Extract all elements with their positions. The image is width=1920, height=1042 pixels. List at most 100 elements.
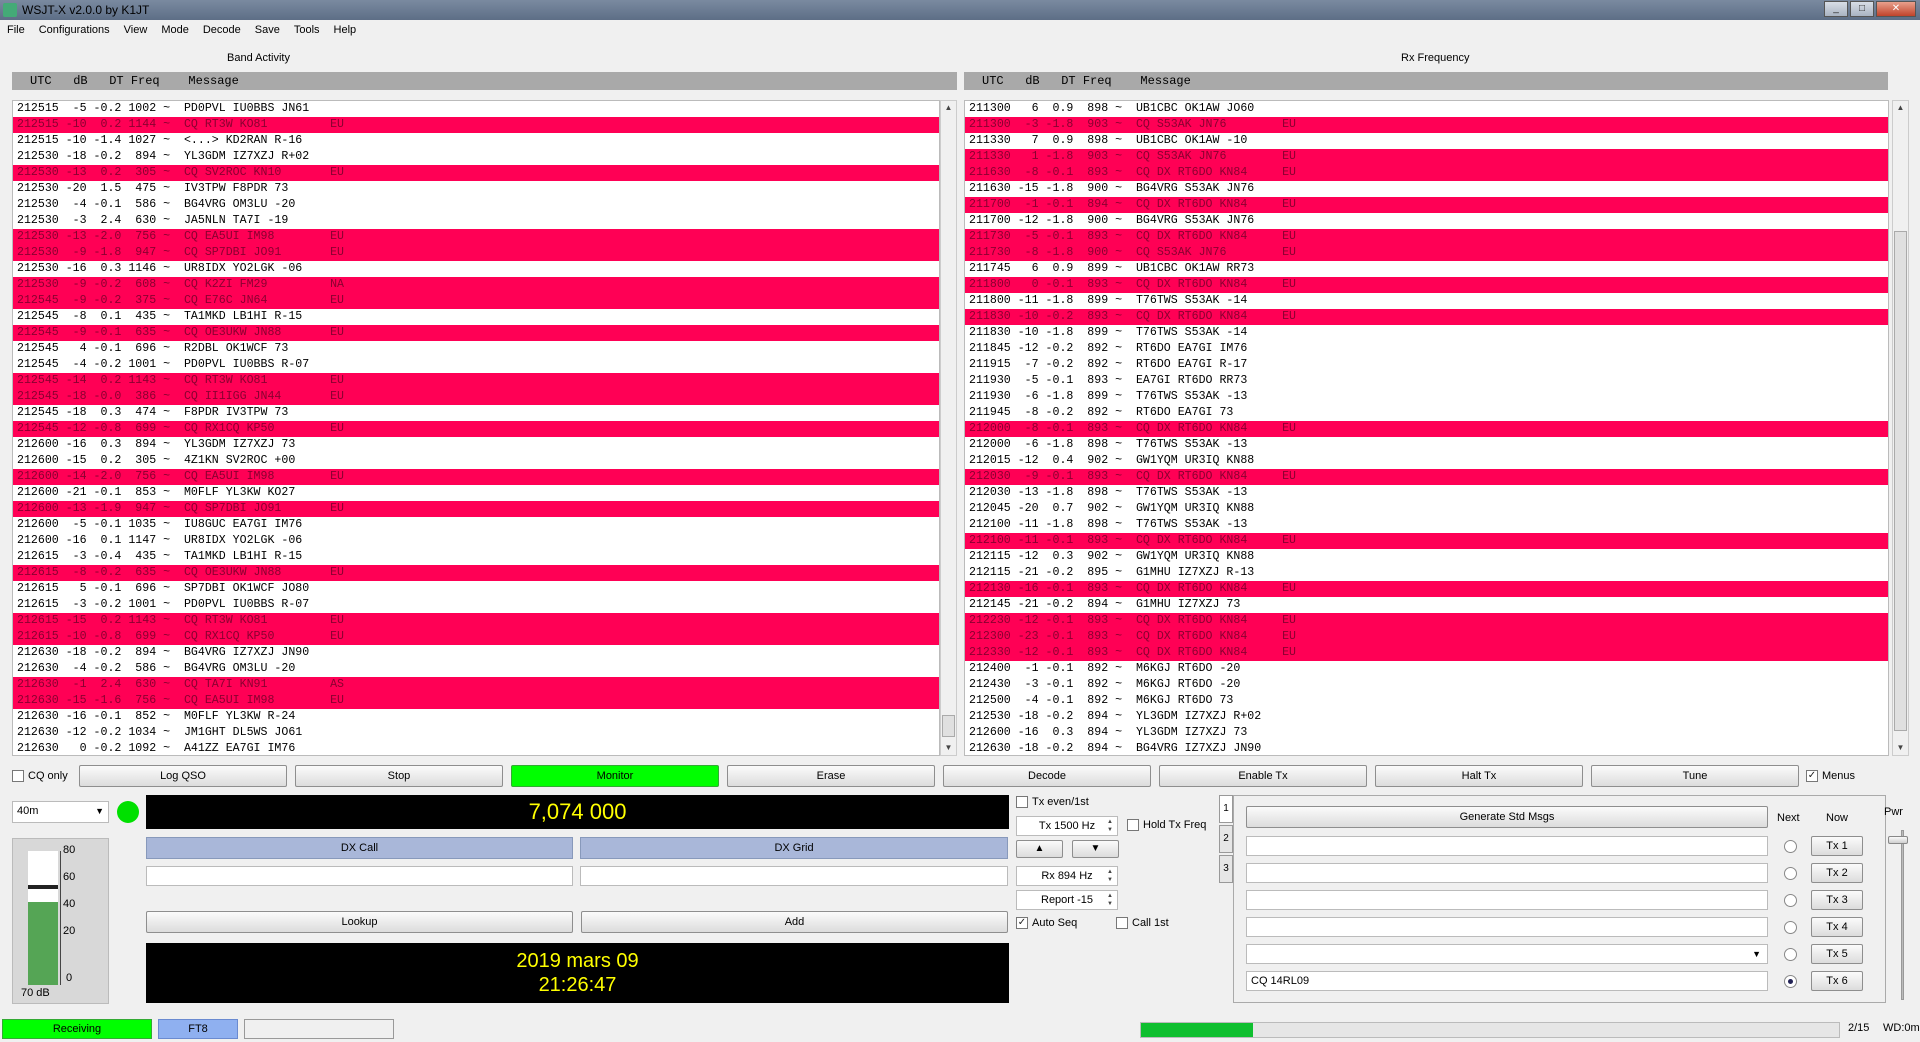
tx4-next-radio[interactable] (1784, 921, 1797, 934)
cq-decode-row[interactable]: 212000 -8 -0.1 893 ~ CQ DX RT6DO KN84 EU (965, 421, 1888, 437)
cq-decode-row[interactable]: 211800 0 -0.1 893 ~ CQ DX RT6DO KN84 EU (965, 277, 1888, 293)
cq-decode-row[interactable]: 212615 -10 -0.8 699 ~ CQ RX1CQ KP50 EU (13, 629, 939, 645)
decode-row[interactable]: 212000 -6 -1.8 898 ~ T76TWS S53AK -13 (965, 437, 1888, 453)
enable-tx-button[interactable]: Enable Tx (1159, 765, 1367, 787)
decode-row[interactable]: 212615 -3 -0.4 435 ~ TA1MKD LB1HI R-15 (13, 549, 939, 565)
tx1-now-button[interactable]: Tx 1 (1811, 836, 1863, 856)
decode-row[interactable]: 212545 4 -0.1 696 ~ R2DBL OK1WCF 73 (13, 341, 939, 357)
decode-row[interactable]: 211845 -12 -0.2 892 ~ RT6DO EA7GI IM76 (965, 341, 1888, 357)
set-rx-down-button[interactable]: ▼ (1072, 840, 1119, 858)
decode-row[interactable]: 212400 -1 -0.1 892 ~ M6KGJ RT6DO -20 (965, 661, 1888, 677)
cq-decode-row[interactable]: 212545 -9 -0.2 375 ~ CQ E76C JN64 EU (13, 293, 939, 309)
tx5-message-select[interactable]: ▼ (1246, 944, 1768, 964)
decode-row[interactable]: 211930 -5 -0.1 893 ~ EA7GI RT6DO RR73 (965, 373, 1888, 389)
decode-row[interactable]: 211630 -15 -1.8 900 ~ BG4VRG S53AK JN76 (965, 181, 1888, 197)
decode-row[interactable]: 212615 -3 -0.2 1001 ~ PD0PVL IU0BBS R-07 (13, 597, 939, 613)
menu-save[interactable]: Save (248, 20, 287, 40)
decode-row[interactable]: 212030 -13 -1.8 898 ~ T76TWS S53AK -13 (965, 485, 1888, 501)
cq-decode-row[interactable]: 212530 -13 -2.0 756 ~ CQ EA5UI IM98 EU (13, 229, 939, 245)
cq-decode-row[interactable]: 211630 -8 -0.1 893 ~ CQ DX RT6DO KN84 EU (965, 165, 1888, 181)
menu-view[interactable]: View (117, 20, 155, 40)
tab-1[interactable]: 1 (1219, 795, 1233, 823)
call-1st-checkbox[interactable]: Call 1st (1116, 917, 1169, 929)
menu-file[interactable]: File (0, 20, 32, 40)
decode-row[interactable]: 212430 -3 -0.1 892 ~ M6KGJ RT6DO -20 (965, 677, 1888, 693)
cq-decode-row[interactable]: 212545 -12 -0.8 699 ~ CQ RX1CQ KP50 EU (13, 421, 939, 437)
decode-row[interactable]: 212530 -16 0.3 1146 ~ UR8IDX YO2LGK -06 (13, 261, 939, 277)
tx6-next-radio[interactable] (1784, 975, 1797, 988)
report-spinbox[interactable]: Report -15 ▲ ▼ (1016, 890, 1118, 910)
menu-tools[interactable]: Tools (287, 20, 327, 40)
cq-decode-row[interactable]: 212230 -12 -0.1 893 ~ CQ DX RT6DO KN84 E… (965, 613, 1888, 629)
tab-2[interactable]: 2 (1219, 825, 1233, 853)
tx-even-checkbox[interactable]: Tx even/1st (1016, 796, 1089, 808)
spin-arrows-icon[interactable]: ▲ ▼ (1104, 818, 1116, 834)
decode-row[interactable]: 212600 -5 -0.1 1035 ~ IU8GUC EA7GI IM76 (13, 517, 939, 533)
tune-button[interactable]: Tune (1591, 765, 1799, 787)
decode-row[interactable]: 212530 -4 -0.1 586 ~ BG4VRG OM3LU -20 (13, 197, 939, 213)
decode-row[interactable]: 212100 -11 -1.8 898 ~ T76TWS S53AK -13 (965, 517, 1888, 533)
decode-row[interactable]: 212115 -21 -0.2 895 ~ G1MHU IZ7XZJ R-13 (965, 565, 1888, 581)
decode-row[interactable]: 212530 -3 2.4 630 ~ JA5NLN TA7I -19 (13, 213, 939, 229)
decode-row[interactable]: 212615 5 -0.1 696 ~ SP7DBI OK1WCF JO80 (13, 581, 939, 597)
decode-row[interactable]: 212545 -4 -0.2 1001 ~ PD0PVL IU0BBS R-07 (13, 357, 939, 373)
menus-checkbox[interactable]: ✓ Menus (1806, 770, 1855, 782)
cq-decode-row[interactable]: 212330 -12 -0.1 893 ~ CQ DX RT6DO KN84 E… (965, 645, 1888, 661)
cq-only-checkbox[interactable]: CQ only (12, 770, 68, 782)
tx5-next-radio[interactable] (1784, 948, 1797, 961)
decode-row[interactable]: 211915 -7 -0.2 892 ~ RT6DO EA7GI R-17 (965, 357, 1888, 373)
decode-row[interactable]: 211330 7 0.9 898 ~ UB1CBC OK1AW -10 (965, 133, 1888, 149)
rx-frequency-scrollbar[interactable]: ▲ ▼ (1892, 100, 1909, 756)
decode-row[interactable]: 212115 -12 0.3 902 ~ GW1YQM UR3IQ KN88 (965, 549, 1888, 565)
decode-row[interactable]: 211930 -6 -1.8 899 ~ T76TWS S53AK -13 (965, 389, 1888, 405)
cq-decode-row[interactable]: 212545 -9 -0.1 635 ~ CQ OE3UKW JN88 EU (13, 325, 939, 341)
decode-row[interactable]: 212515 -10 -1.4 1027 ~ <...> KD2RAN R-16 (13, 133, 939, 149)
decode-row[interactable]: 211830 -10 -1.8 899 ~ T76TWS S53AK -14 (965, 325, 1888, 341)
decode-row[interactable]: 212600 -16 0.1 1147 ~ UR8IDX YO2LGK -06 (13, 533, 939, 549)
cq-decode-row[interactable]: 212100 -11 -0.1 893 ~ CQ DX RT6DO KN84 E… (965, 533, 1888, 549)
scroll-thumb[interactable] (942, 715, 955, 737)
cq-decode-row[interactable]: 212600 -13 -1.9 947 ~ CQ SP7DBI JO91 EU (13, 501, 939, 517)
scroll-down-icon[interactable]: ▼ (1893, 741, 1908, 755)
tx1-next-radio[interactable] (1784, 840, 1797, 853)
lookup-button[interactable]: Lookup (146, 911, 573, 933)
decode-row[interactable]: 212630 0 -0.2 1092 ~ A41ZZ EA7GI IM76 (13, 741, 939, 755)
cq-decode-row[interactable]: 212530 -9 -0.2 608 ~ CQ K2ZI FM29 NA (13, 277, 939, 293)
auto-seq-checkbox[interactable]: ✓ Auto Seq (1016, 917, 1077, 929)
decode-row[interactable]: 212630 -18 -0.2 894 ~ BG4VRG IZ7XZJ JN90 (965, 741, 1888, 755)
set-tx-up-button[interactable]: ▲ (1016, 840, 1063, 858)
tx2-message-input[interactable] (1246, 863, 1768, 883)
decode-row[interactable]: 211300 6 0.9 898 ~ UB1CBC OK1AW JO60 (965, 101, 1888, 117)
close-button[interactable]: ✕ (1876, 1, 1916, 17)
tx3-next-radio[interactable] (1784, 894, 1797, 907)
cq-decode-row[interactable]: 212615 -15 0.2 1143 ~ CQ RT3W KO81 EU (13, 613, 939, 629)
tx1-message-input[interactable] (1246, 836, 1768, 856)
decode-row[interactable]: 212545 -8 0.1 435 ~ TA1MKD LB1HI R-15 (13, 309, 939, 325)
decode-row[interactable]: 211745 6 0.9 899 ~ UB1CBC OK1AW RR73 (965, 261, 1888, 277)
decode-button[interactable]: Decode (943, 765, 1151, 787)
cq-decode-row[interactable]: 212545 -14 0.2 1143 ~ CQ RT3W KO81 EU (13, 373, 939, 389)
tx3-message-input[interactable] (1246, 890, 1768, 910)
scroll-thumb[interactable] (1894, 231, 1907, 731)
generate-std-msgs-button[interactable]: Generate Std Msgs (1246, 806, 1768, 828)
minimize-button[interactable]: _ (1824, 1, 1848, 17)
decode-row[interactable]: 212630 -4 -0.2 586 ~ BG4VRG OM3LU -20 (13, 661, 939, 677)
tx4-now-button[interactable]: Tx 4 (1811, 917, 1863, 937)
decode-row[interactable]: 212045 -20 0.7 902 ~ GW1YQM UR3IQ KN88 (965, 501, 1888, 517)
decode-row[interactable]: 211945 -8 -0.2 892 ~ RT6DO EA7GI 73 (965, 405, 1888, 421)
cq-decode-row[interactable]: 212530 -9 -1.8 947 ~ CQ SP7DBI JO91 EU (13, 245, 939, 261)
power-slider-track[interactable] (1901, 830, 1904, 1000)
hold-tx-freq-checkbox[interactable]: Hold Tx Freq (1127, 819, 1206, 831)
cq-decode-row[interactable]: 212130 -16 -0.1 893 ~ CQ DX RT6DO KN84 E… (965, 581, 1888, 597)
tx6-now-button[interactable]: Tx 6 (1811, 971, 1863, 991)
scroll-down-icon[interactable]: ▼ (941, 741, 956, 755)
decode-row[interactable]: 212530 -18 -0.2 894 ~ YL3GDM IZ7XZJ R+02 (965, 709, 1888, 725)
decode-row[interactable]: 211700 -12 -1.8 900 ~ BG4VRG S53AK JN76 (965, 213, 1888, 229)
menu-decode[interactable]: Decode (196, 20, 248, 40)
decode-row[interactable]: 212630 -16 -0.1 852 ~ M0FLF YL3KW R-24 (13, 709, 939, 725)
decode-row[interactable]: 212600 -16 0.3 894 ~ YL3GDM IZ7XZJ 73 (13, 437, 939, 453)
decode-row[interactable]: 212145 -21 -0.2 894 ~ G1MHU IZ7XZJ 73 (965, 597, 1888, 613)
log-qso-button[interactable]: Log QSO (79, 765, 287, 787)
band-select[interactable]: 40m ▼ (12, 801, 109, 823)
decode-row[interactable]: 212515 -5 -0.2 1002 ~ PD0PVL IU0BBS JN61 (13, 101, 939, 117)
